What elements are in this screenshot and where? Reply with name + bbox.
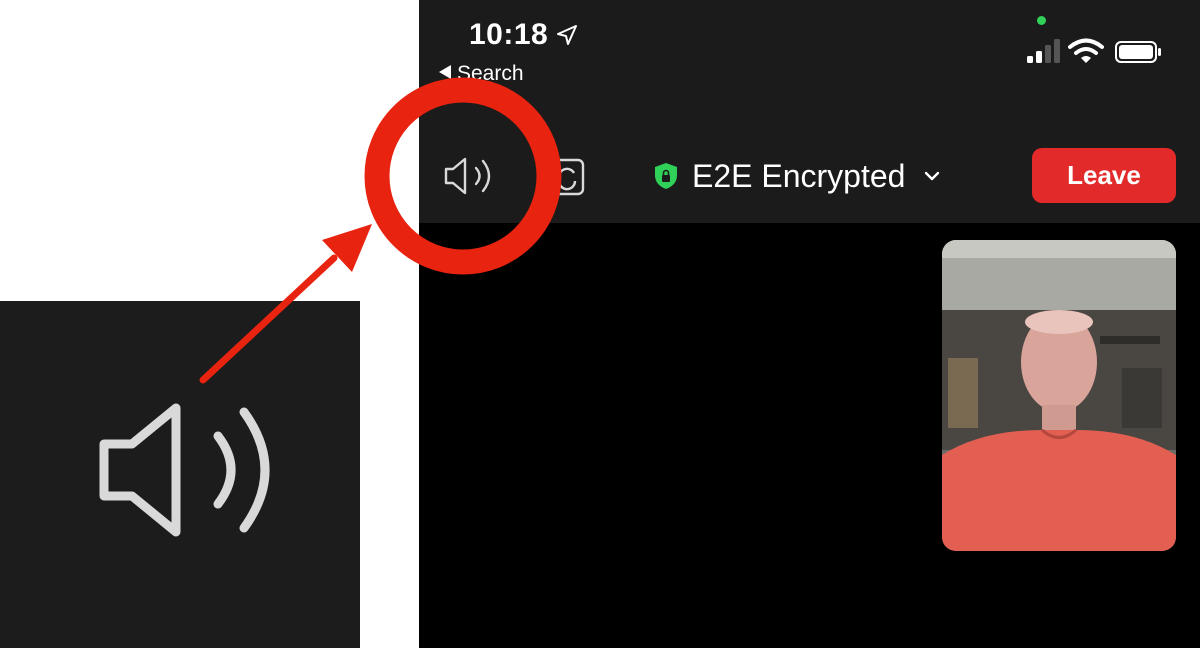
location-arrow-icon xyxy=(557,25,577,45)
self-video-tile[interactable] xyxy=(942,240,1176,551)
wifi-icon xyxy=(1068,38,1104,63)
encryption-status-label: E2E Encrypted xyxy=(692,157,906,194)
camera-switch-icon[interactable] xyxy=(549,150,585,198)
leave-button[interactable]: Leave xyxy=(1032,148,1176,203)
zoomed-speaker-icon xyxy=(99,403,270,537)
battery-icon xyxy=(1115,41,1161,63)
back-arrow-icon xyxy=(439,65,451,79)
back-to-search-link[interactable]: Search xyxy=(439,62,524,86)
phone-screen: 10:18 Search E2E Encrypted Leave xyxy=(419,0,1200,648)
pointer-arrow-head xyxy=(322,224,372,272)
chevron-down-icon xyxy=(925,171,940,181)
cellular-signal-icon xyxy=(1027,39,1060,63)
speaker-icon[interactable] xyxy=(443,156,493,196)
back-label: Search xyxy=(457,62,524,85)
camera-in-use-indicator xyxy=(1037,16,1046,25)
status-time: 10:18 xyxy=(469,18,549,51)
shield-lock-icon xyxy=(655,163,677,189)
encryption-status-button[interactable]: E2E Encrypted xyxy=(654,154,941,198)
